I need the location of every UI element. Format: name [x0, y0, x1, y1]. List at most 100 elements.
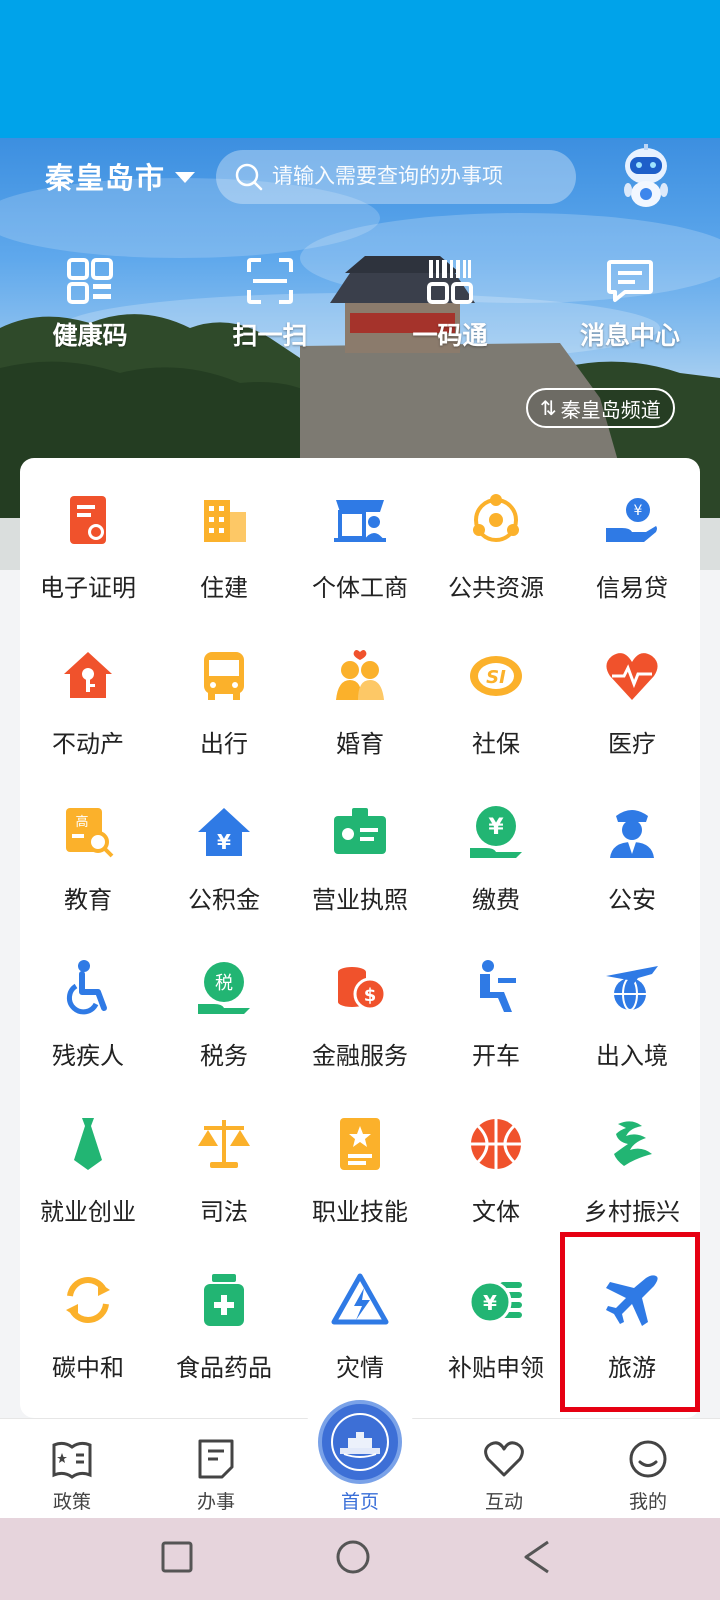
service-financial-services[interactable]: $ 金融服务 [292, 948, 428, 1104]
service-business-license[interactable]: 营业执照 [292, 792, 428, 948]
tab-profile[interactable]: 我的 [576, 1419, 720, 1518]
heart-outline-icon [484, 1441, 524, 1477]
service-label: 营业执照 [312, 887, 408, 914]
barcode-icon [427, 260, 473, 304]
payment-icon: ¥ [470, 806, 522, 858]
couple-icon [336, 650, 384, 700]
service-culture-sports[interactable]: 文体 [428, 1104, 564, 1260]
message-center-button[interactable]: 消息中心 [540, 256, 720, 366]
service-label: 就业创业 [40, 1199, 136, 1226]
health-code-button[interactable]: 健康码 [0, 256, 180, 366]
service-label: 个体工商 [312, 575, 408, 602]
service-label: 电子证明 [40, 575, 136, 602]
quick-action-label: 扫一扫 [232, 322, 308, 350]
service-label: 职业技能 [312, 1199, 408, 1226]
search-bar[interactable] [216, 150, 576, 204]
skill-book-icon [340, 1118, 380, 1170]
service-label: 公共资源 [448, 575, 544, 602]
one-code-pass-button[interactable]: 一码通 [360, 256, 540, 366]
service-judicial[interactable]: 司法 [156, 1104, 292, 1260]
quick-actions: 健康码 扫一扫 一码通 消息中心 [0, 256, 720, 366]
svg-text:$: $ [364, 985, 377, 1006]
policy-book-icon [52, 1441, 92, 1479]
svg-text:SI: SI [486, 667, 506, 688]
rural-revival-icon [614, 1121, 652, 1166]
service-label: 税务 [200, 1043, 248, 1070]
channel-label: 秦皇岛频道 [560, 399, 661, 422]
tab-interaction[interactable]: 互动 [432, 1419, 576, 1518]
service-medical[interactable]: 医疗 [564, 636, 700, 792]
service-driving[interactable]: 开车 [428, 948, 564, 1104]
service-payment[interactable]: ¥ 缴费 [428, 792, 564, 948]
service-label: 出入境 [596, 1043, 668, 1070]
service-carbon-neutral[interactable]: 碳中和 [20, 1260, 156, 1416]
bus-icon [204, 652, 244, 700]
home-circle-icon[interactable] [334, 1538, 372, 1576]
service-credit-loan[interactable]: ¥ 信易贷 [564, 480, 700, 636]
police-icon [610, 810, 654, 858]
tab-services[interactable]: 办事 [144, 1419, 288, 1518]
tax-icon: 税 [198, 962, 250, 1014]
service-label: 金融服务 [312, 1043, 408, 1070]
svg-text:¥: ¥ [483, 1291, 497, 1315]
service-label: 灾情 [336, 1355, 384, 1382]
service-label: 开车 [472, 1043, 520, 1070]
wheelchair-icon [66, 960, 107, 1015]
service-housing-construction[interactable]: 住建 [156, 480, 292, 636]
service-social-security[interactable]: SI 社保 [428, 636, 564, 792]
service-label: 公安 [608, 887, 656, 914]
search-input[interactable] [272, 165, 572, 189]
recent-apps-icon[interactable] [160, 1540, 194, 1574]
service-education[interactable]: 高 教育 [20, 792, 156, 948]
service-housing-fund[interactable]: ¥ 公积金 [156, 792, 292, 948]
tab-label: 政策 [52, 1492, 91, 1513]
scales-icon [198, 1120, 250, 1168]
store-icon [334, 500, 386, 542]
service-individual-business[interactable]: 个体工商 [292, 480, 428, 636]
service-label: 社保 [472, 731, 520, 758]
city-selector[interactable]: 秦皇岛市 [45, 156, 196, 196]
home-emblem-icon [331, 1413, 389, 1471]
message-icon [607, 260, 653, 302]
system-navigation-bar [0, 1518, 720, 1600]
service-real-estate[interactable]: 不动产 [20, 636, 156, 792]
certificate-icon [70, 496, 106, 544]
service-marriage-birth[interactable]: 婚育 [292, 636, 428, 792]
disaster-icon [331, 1273, 389, 1325]
service-label: 不动产 [52, 731, 124, 758]
service-employment[interactable]: 就业创业 [20, 1104, 156, 1260]
service-disabled-persons[interactable]: 残疾人 [20, 948, 156, 1104]
plane-globe-icon [606, 966, 658, 1011]
svg-text:¥: ¥ [634, 503, 643, 519]
robot-assistant-icon[interactable] [618, 144, 674, 210]
service-public-resources[interactable]: 公共资源 [428, 480, 564, 636]
quick-action-label: 消息中心 [579, 322, 680, 350]
service-label: 教育 [64, 887, 112, 914]
service-travel-transport[interactable]: 出行 [156, 636, 292, 792]
document-icon [198, 1439, 234, 1479]
service-label: 文体 [472, 1199, 520, 1226]
service-tax[interactable]: 税 税务 [156, 948, 292, 1104]
service-electronic-certificate[interactable]: 电子证明 [20, 480, 156, 636]
service-label: 医疗 [608, 731, 656, 758]
tab-policy[interactable]: 政策 [0, 1419, 144, 1518]
qinhuangdao-channel-button[interactable]: ⇅ 秦皇岛频道 [526, 388, 675, 428]
switch-arrows-icon: ⇅ [540, 397, 557, 420]
loan-hand-icon: ¥ [606, 498, 657, 542]
back-icon[interactable] [520, 1538, 554, 1576]
svg-text:¥: ¥ [488, 815, 504, 840]
service-food-drug[interactable]: 食品药品 [156, 1260, 292, 1416]
basketball-icon [471, 1119, 521, 1169]
service-public-security[interactable]: 公安 [564, 792, 700, 948]
heart-pulse-icon [606, 653, 658, 700]
qrcode-icon [67, 258, 113, 304]
service-vocational-skills[interactable]: 职业技能 [292, 1104, 428, 1260]
service-exit-entry[interactable]: 出入境 [564, 948, 700, 1104]
recycle-icon [66, 1277, 110, 1323]
business-license-icon [334, 808, 386, 854]
home-emblem-button[interactable] [318, 1400, 402, 1484]
scan-button[interactable]: 扫一扫 [180, 256, 360, 366]
service-subsidy-application[interactable]: ¥ 补贴申领 [428, 1260, 564, 1416]
smile-icon [629, 1440, 667, 1478]
service-label: 碳中和 [52, 1355, 124, 1382]
